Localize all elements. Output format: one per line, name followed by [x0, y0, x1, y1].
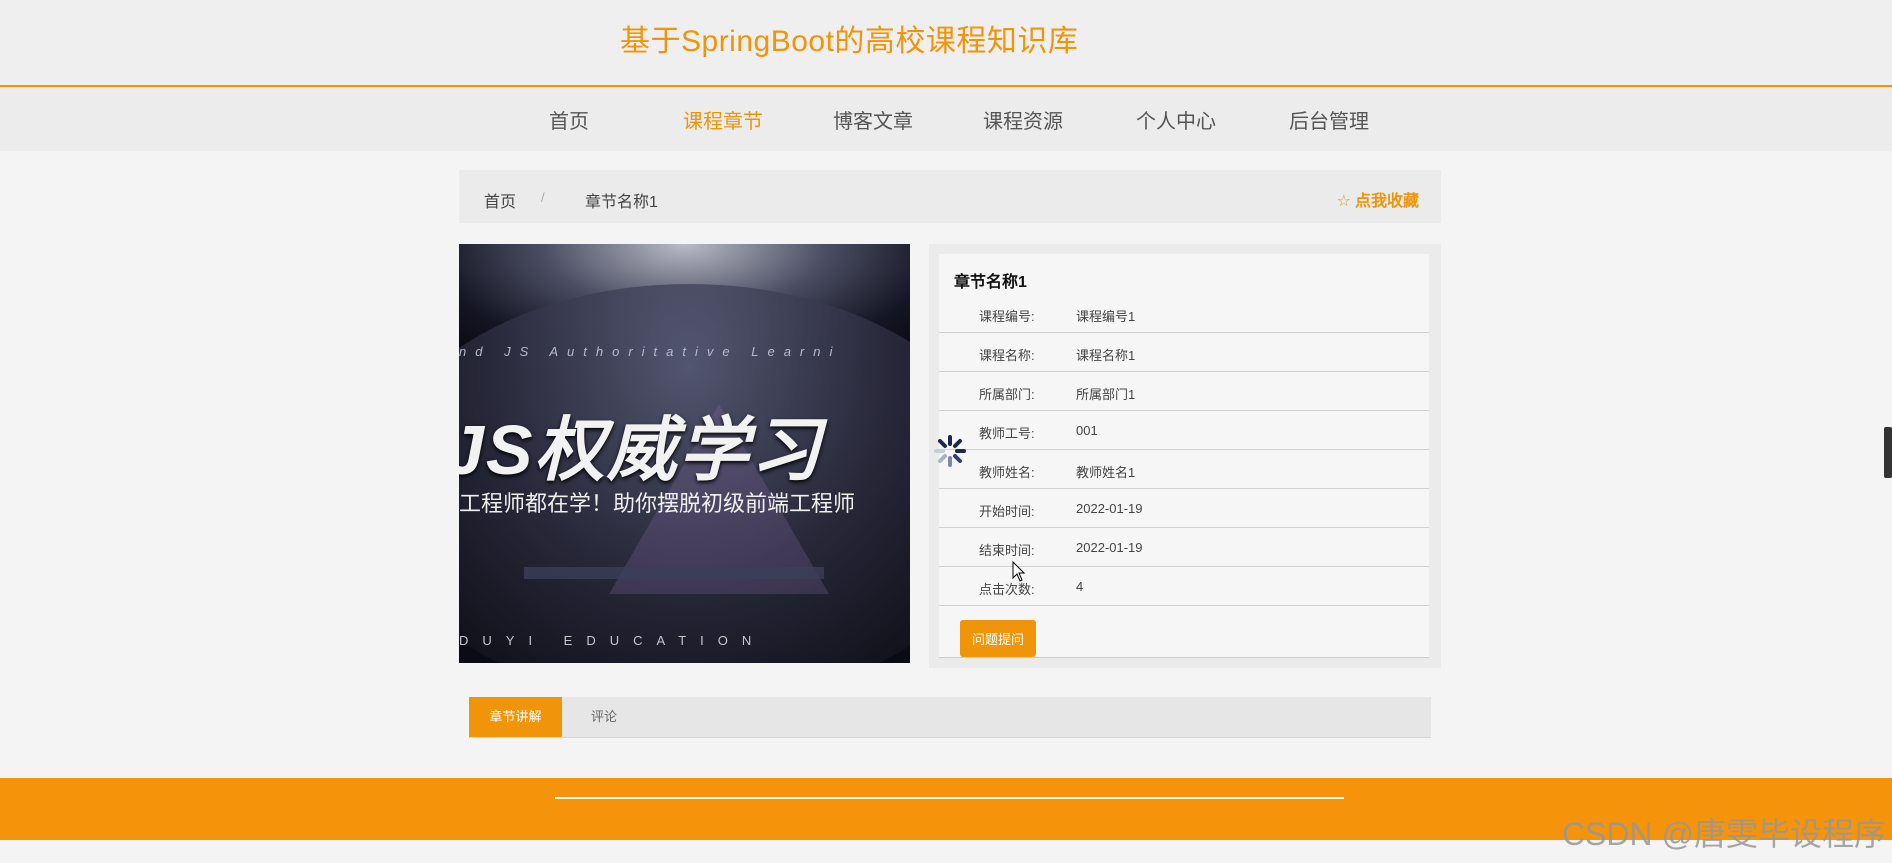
nav-item-chapters[interactable]: 课程章节: [683, 105, 763, 134]
field-value: 教师姓名1: [1076, 465, 1136, 480]
star-outline-icon: ☆: [1336, 193, 1351, 210]
field-label: 结束时间:: [979, 543, 1035, 558]
chapter-info-panel: 章节名称1 课程编号: 课程编号1 课程名称: 课程名称1 所属部门: 所属部门…: [929, 244, 1441, 668]
main-nav: 首页 课程章节 博客文章 课程资源 个人中心 后台管理: [0, 87, 1892, 151]
nav-item-home[interactable]: 首页: [549, 105, 589, 134]
site-header: 基于SpringBoot的高校课程知识库: [0, 0, 1892, 87]
favorite-label: 点我收藏: [1354, 193, 1419, 210]
nav-item-admin[interactable]: 后台管理: [1289, 105, 1369, 134]
field-label: 课程名称:: [979, 348, 1035, 363]
chapter-title: 章节名称1: [954, 274, 1027, 291]
field-label: 点击次数:: [979, 582, 1035, 597]
chapter-tabs: 章节讲解 评论: [469, 697, 1431, 738]
nav-item-profile[interactable]: 个人中心: [1136, 105, 1216, 134]
breadcrumb-current: 章节名称1: [585, 194, 658, 211]
info-row-teacher-id: 教师工号: 001: [939, 411, 1429, 450]
info-row-start-time: 开始时间: 2022-01-19: [939, 489, 1429, 528]
tab-comments[interactable]: 评论: [579, 697, 629, 737]
breadcrumb-home-link[interactable]: 首页: [484, 188, 516, 212]
favorite-button[interactable]: ☆ 点我收藏: [1337, 187, 1419, 211]
info-row-teacher-name: 教师姓名: 教师姓名1: [939, 450, 1429, 489]
chapter-cover-image: nd JS Authoritative Learni JS权威学习 工程师都在学…: [459, 244, 910, 663]
footer-divider: [555, 797, 1344, 799]
cover-headline: JS权威学习: [459, 411, 823, 489]
field-label: 教师姓名:: [979, 465, 1035, 480]
breadcrumb: 首页 / 章节名称1 ☆ 点我收藏: [459, 170, 1441, 223]
info-row-department: 所属部门: 所属部门1: [939, 372, 1429, 411]
loading-spinner-icon: [934, 435, 966, 467]
scrollbar-handle[interactable]: [1884, 427, 1892, 478]
field-value: 课程名称1: [1076, 348, 1136, 363]
field-label: 所属部门:: [979, 387, 1035, 402]
field-value: 2022-01-19: [1076, 540, 1143, 555]
site-title: 基于SpringBoot的高校课程知识库: [620, 25, 1079, 58]
cover-subtitle: 工程师都在学！助你摆脱初级前端工程师: [459, 491, 856, 516]
nav-item-blog[interactable]: 博客文章: [833, 105, 913, 134]
chapter-info-inner: 章节名称1 课程编号: 课程编号1 课程名称: 课程名称1 所属部门: 所属部门…: [939, 254, 1429, 658]
tab-chapter-explain[interactable]: 章节讲解: [469, 697, 562, 737]
field-value: 001: [1076, 423, 1098, 438]
breadcrumb-separator: /: [541, 190, 545, 205]
cover-brand-text: DUYI EDUCATION: [459, 633, 766, 648]
field-label: 开始时间:: [979, 504, 1035, 519]
ask-question-button[interactable]: 问题提问: [960, 620, 1036, 657]
field-value: 4: [1076, 579, 1084, 594]
field-value: 课程编号1: [1076, 309, 1136, 324]
mouse-cursor-icon: [1012, 561, 1026, 582]
field-value: 2022-01-19: [1076, 501, 1143, 516]
cover-english-text: nd JS Authoritative Learni: [459, 344, 842, 359]
watermark: CSDN @唐雯毕设程序: [1561, 816, 1886, 852]
field-value: 所属部门1: [1076, 387, 1136, 402]
info-row-course-id: 课程编号: 课程编号1: [939, 294, 1429, 333]
nav-item-resources[interactable]: 课程资源: [983, 105, 1063, 134]
cover-band: [524, 567, 824, 579]
info-row-course-name: 课程名称: 课程名称1: [939, 333, 1429, 372]
field-label: 课程编号:: [979, 309, 1035, 324]
field-label: 教师工号:: [979, 426, 1035, 441]
